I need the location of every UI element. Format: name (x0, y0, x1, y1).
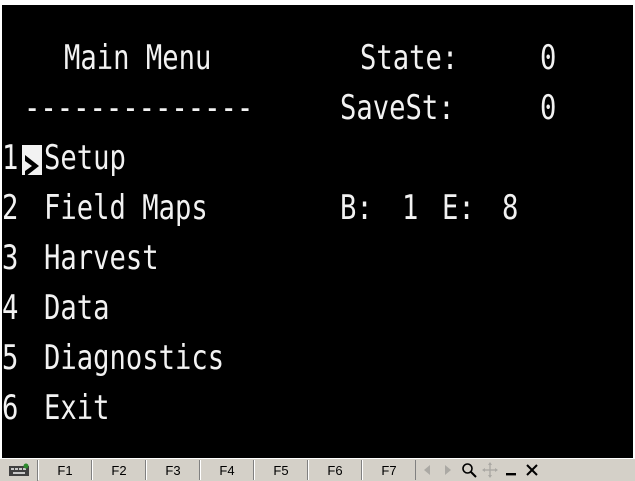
f5-key[interactable]: F5 (254, 460, 308, 480)
page-title: Main Menu (64, 38, 212, 78)
keyboard-icon (8, 463, 29, 476)
e-value: 8 (502, 188, 519, 228)
savest-value: 0 (540, 88, 557, 128)
menu-item-number: 1 (2, 138, 19, 178)
zoom-button[interactable] (458, 460, 479, 480)
scroll-right-button[interactable] (437, 460, 458, 480)
menu-item-harvest[interactable]: 3 (2, 233, 18, 283)
menu-item-label: Data (44, 288, 110, 328)
f1-key[interactable]: F1 (38, 460, 92, 480)
keyboard-button[interactable] (0, 459, 38, 481)
menu-item-label: Field Maps (44, 188, 208, 228)
f2-key[interactable]: F2 (92, 460, 146, 480)
title-divider: -------------- (24, 88, 254, 128)
minimize-icon (505, 473, 516, 476)
menu-item-label: Harvest (44, 238, 159, 278)
b-value: 1 (402, 188, 419, 228)
menu-item-field-maps[interactable]: 2 (2, 183, 18, 233)
menu-item-number: 6 (2, 388, 19, 428)
terminal-screen: Main Menu State: 0 -------------- SaveSt… (2, 5, 633, 458)
chevron-right-icon (25, 155, 39, 177)
selection-cursor (22, 145, 42, 177)
menu-item-number: 5 (2, 338, 19, 378)
state-value: 0 (540, 38, 557, 78)
f7-key[interactable]: F7 (362, 460, 416, 480)
close-icon (525, 464, 538, 476)
menu-item-number: 3 (2, 238, 19, 278)
f6-key[interactable]: F6 (308, 460, 362, 480)
menu-item-exit[interactable]: 6 (2, 383, 18, 433)
minimize-button[interactable] (500, 460, 521, 480)
state-label: State: (360, 38, 459, 78)
arrow-left-icon (423, 465, 430, 475)
pan-button[interactable] (479, 460, 500, 480)
menu-item-data[interactable]: 4 (2, 283, 18, 333)
savest-label: SaveSt: (340, 88, 455, 128)
menu-item-label: Setup (44, 138, 126, 178)
b-label: B: (340, 188, 373, 228)
pan-icon (481, 462, 498, 478)
menu-item-label: Exit (44, 388, 110, 428)
f3-key[interactable]: F3 (146, 460, 200, 480)
f4-key[interactable]: F4 (200, 460, 254, 480)
close-button[interactable] (521, 460, 542, 480)
menu-item-number: 2 (2, 188, 19, 228)
menu-item-diagnostics[interactable]: 5 (2, 333, 18, 383)
menu-item-setup[interactable]: 1 (2, 133, 18, 183)
arrow-right-icon (444, 465, 451, 475)
menu-item-number: 4 (2, 288, 19, 328)
scroll-left-button[interactable] (416, 460, 437, 480)
menu-item-label: Diagnostics (44, 338, 225, 378)
zoom-icon (461, 463, 477, 478)
function-key-toolbar: F1 F2 F3 F4 F5 F6 F7 (0, 458, 635, 481)
e-label: E: (442, 188, 475, 228)
